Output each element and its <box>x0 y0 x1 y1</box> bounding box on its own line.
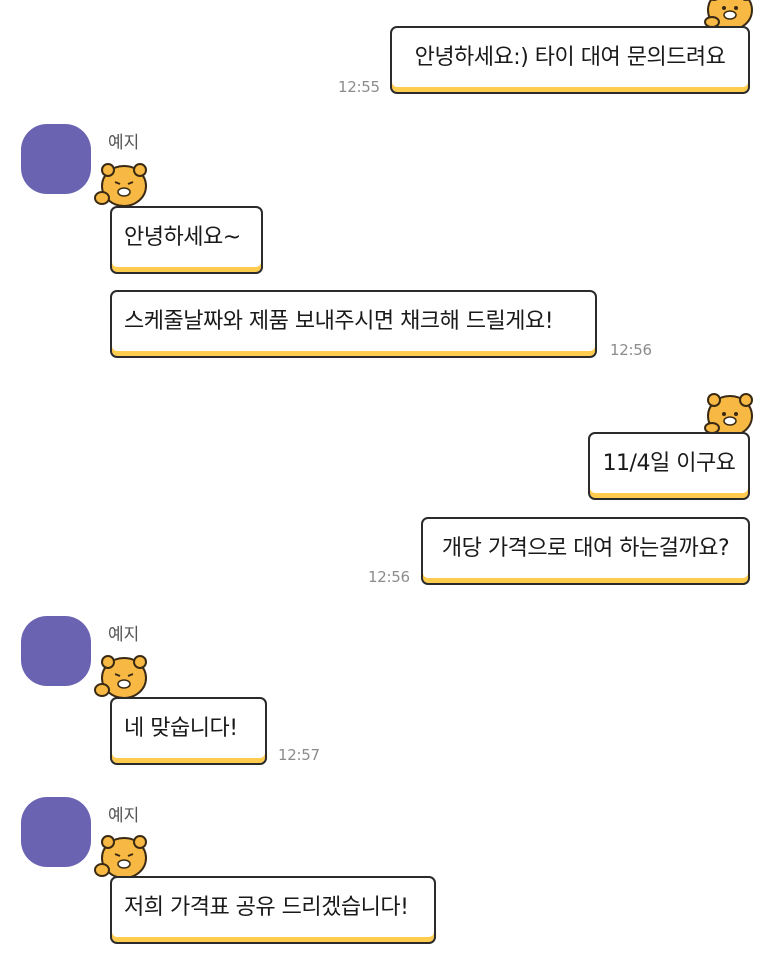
message-bubble-outgoing[interactable]: 11/4일 이구요 <box>588 432 750 500</box>
message-bubble-incoming[interactable]: 안녕하세요~ <box>110 206 263 274</box>
message-timestamp: 12:57 <box>278 746 320 764</box>
message-text: 스케줄날짜와 제품 보내주시면 채크해 드릴게요! <box>124 309 554 334</box>
message-text: 저희 가격표 공유 드리겠습니다! <box>124 895 409 920</box>
message-bubble-incoming[interactable]: 저희 가격표 공유 드리겠습니다! <box>110 876 436 944</box>
sender-name: 예지 <box>108 625 140 645</box>
message-bubble-incoming[interactable]: 네 맞숩니다! <box>110 697 267 765</box>
message-timestamp: 12:56 <box>610 341 652 359</box>
message-text: 안녕하세요~ <box>124 225 241 250</box>
profile-avatar[interactable] <box>21 124 91 194</box>
message-text: 11/4일 이구요 <box>602 451 736 476</box>
message-text: 개당 가격으로 대여 하는걸까요? <box>441 536 730 561</box>
sender-name: 예지 <box>108 806 140 826</box>
profile-avatar[interactable] <box>21 797 91 867</box>
message-timestamp: 12:56 <box>368 568 410 586</box>
message-bubble-outgoing[interactable]: 개당 가격으로 대여 하는걸까요? <box>421 517 750 585</box>
profile-avatar[interactable] <box>21 616 91 686</box>
message-text: 네 맞숩니다! <box>124 716 238 741</box>
message-bubble-incoming[interactable]: 스케줄날짜와 제품 보내주시면 채크해 드릴게요! <box>110 290 597 358</box>
message-bubble-outgoing[interactable]: 안녕하세요:) 타이 대여 문의드려요 <box>390 26 750 94</box>
sender-name: 예지 <box>108 133 140 153</box>
message-timestamp: 12:55 <box>338 78 380 96</box>
ryan-character-icon <box>94 163 147 207</box>
message-text: 안녕하세요:) 타이 대여 문의드려요 <box>414 45 726 70</box>
